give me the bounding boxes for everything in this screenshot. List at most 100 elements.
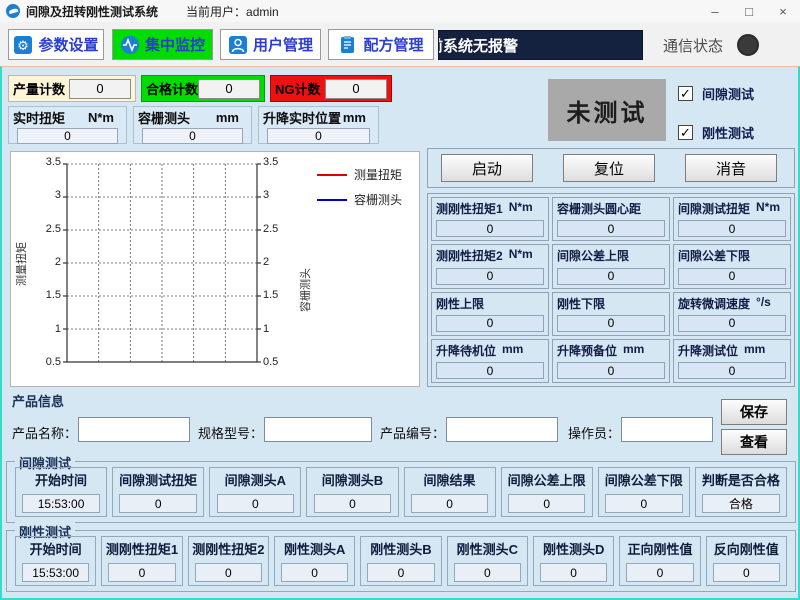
- ng-counter: NG计数 0: [270, 75, 392, 102]
- realtime-probe-panel: 容栅测头mm 0: [133, 106, 252, 144]
- production-counter-label: 产量计数: [13, 79, 65, 98]
- chart-left-axis-label: 测量扭矩: [13, 242, 29, 286]
- close-button[interactable]: ×: [766, 0, 800, 22]
- chart-right-axis-label: 容栅测头: [297, 268, 313, 312]
- alarm-banner: 前系统无报警: [438, 30, 643, 60]
- product-info-title: 产品信息: [12, 391, 64, 410]
- realtime-lift-unit: mm: [343, 110, 366, 125]
- gap-test-checkbox[interactable]: ✓: [678, 86, 693, 101]
- param-cell-lift-standby-pos: 升降待机位mm 0: [431, 339, 549, 383]
- gap-cell-probe-a: 间隙测头A0: [209, 467, 301, 517]
- chart-right-ticks: 3.53 2.52 1.51 0.5: [263, 156, 289, 368]
- current-user-label: 当前用户：admin: [186, 3, 279, 20]
- gap-test-section: 间隙测试 开始时间15:53:00 间隙测试扭矩0 间隙测头A0 间隙测头B0 …: [6, 461, 796, 523]
- gap-cell-start-time: 开始时间15:53:00: [15, 467, 107, 517]
- minimize-button[interactable]: –: [698, 0, 732, 22]
- user-management-label: 用户管理: [253, 34, 313, 55]
- realtime-probe-label: 容栅测头: [138, 108, 190, 127]
- rigidity-cell-start-time: 开始时间15:53:00: [15, 536, 96, 586]
- rigidity-test-checkbox[interactable]: ✓: [678, 125, 693, 140]
- realtime-torque-value: 0: [17, 128, 117, 144]
- param-cell-lift-ready-pos: 升降预备位mm 0: [552, 339, 670, 383]
- param-input[interactable]: 0: [436, 362, 544, 379]
- app-icon: [6, 4, 20, 18]
- param-cell-lift-test-pos: 升降测试位mm 0: [673, 339, 791, 383]
- main-area: 产量计数 0 合格计数 0 NG计数 0 实时扭矩N*m 0 容栅测头mm 0 …: [0, 66, 800, 600]
- param-input[interactable]: 0: [436, 220, 544, 237]
- param-settings-label: 参数设置: [38, 34, 98, 55]
- mute-button[interactable]: 消音: [685, 154, 777, 182]
- comm-status-indicator: [737, 34, 759, 56]
- rigidity-cell-torque2: 测刚性扭矩20: [188, 536, 269, 586]
- product-spec-label: 规格型号：: [198, 423, 263, 442]
- param-input[interactable]: 0: [678, 315, 786, 332]
- title-bar: 间隙及扭转刚性测试系统 当前用户：admin – □ ×: [0, 0, 800, 22]
- gap-cell-test-torque: 间隙测试扭矩0: [112, 467, 204, 517]
- comm-status-label: 通信状态: [663, 35, 723, 56]
- product-spec-input[interactable]: [264, 417, 372, 442]
- param-input[interactable]: 0: [678, 268, 786, 285]
- realtime-probe-value: 0: [142, 128, 242, 144]
- test-state-display: 未测试: [548, 79, 666, 141]
- legend-probe-label: 容栅测头: [354, 191, 402, 208]
- param-input[interactable]: 0: [678, 362, 786, 379]
- rigidity-cell-torque1: 测刚性扭矩10: [101, 536, 182, 586]
- gap-cell-probe-b: 间隙测头B0: [306, 467, 398, 517]
- trend-chart: 测量扭矩 3.53 2.52 1.51 0.5: [10, 151, 420, 387]
- recipe-management-label: 配方管理: [363, 34, 423, 55]
- product-name-input[interactable]: [78, 417, 190, 442]
- legend-torque-label: 测量扭矩: [354, 166, 402, 183]
- maximize-button[interactable]: □: [732, 0, 766, 22]
- rigidity-cell-forward-value: 正向刚性值0: [619, 536, 700, 586]
- rigidity-test-section: 刚性测试 开始时间15:53:00 测刚性扭矩10 测刚性扭矩20 刚性测头A0…: [6, 530, 796, 592]
- realtime-lift-panel: 升降实时位置mm 0: [258, 106, 379, 144]
- param-cell-rigidity-torque2: 测刚性扭矩2N*m 0: [431, 244, 549, 288]
- realtime-lift-label: 升降实时位置: [263, 108, 341, 127]
- param-input[interactable]: 0: [436, 315, 544, 332]
- param-cell-rigidity-upper-limit: 刚性上限 0: [431, 292, 549, 336]
- param-input[interactable]: 0: [678, 220, 786, 237]
- param-input[interactable]: 0: [557, 220, 665, 237]
- reset-button[interactable]: 复位: [563, 154, 655, 182]
- view-button[interactable]: 查看: [721, 429, 787, 455]
- chart-left-ticks: 3.53 2.52 1.51 0.5: [35, 156, 61, 368]
- chart-legend: 测量扭矩 容栅测头: [317, 166, 402, 208]
- param-input[interactable]: 0: [557, 315, 665, 332]
- param-cell-gap-test-torque: 间隙测试扭矩N*m 0: [673, 197, 791, 241]
- rigidity-cell-probe-a: 刚性测头A0: [274, 536, 355, 586]
- svg-text:⚙: ⚙: [18, 38, 30, 53]
- realtime-torque-panel: 实时扭矩N*m 0: [8, 106, 127, 144]
- param-settings-button[interactable]: ⚙ 参数设置: [8, 29, 104, 60]
- param-cell-gap-lower-limit: 间隙公差下限 0: [673, 244, 791, 288]
- user-icon: [228, 35, 248, 55]
- control-button-box: 启动 复位 消音: [427, 148, 795, 188]
- product-sn-input[interactable]: [446, 417, 558, 442]
- user-management-button[interactable]: 用户管理: [220, 29, 321, 60]
- save-button[interactable]: 保存: [721, 399, 787, 425]
- app-window: 间隙及扭转刚性测试系统 当前用户：admin – □ × ⚙ 参数设置 集中监控…: [0, 0, 800, 600]
- window-title: 间隙及扭转刚性测试系统: [26, 3, 158, 20]
- start-button[interactable]: 启动: [441, 154, 533, 182]
- pass-counter-label: 合格计数: [146, 79, 198, 98]
- param-input[interactable]: 0: [557, 268, 665, 285]
- param-input[interactable]: 0: [436, 268, 544, 285]
- toolbar: ⚙ 参数设置 集中监控 用户管理 配方管理 前系统无报警 通信状态: [0, 22, 800, 66]
- param-input[interactable]: 0: [557, 362, 665, 379]
- recipe-management-button[interactable]: 配方管理: [328, 29, 434, 60]
- legend-torque-line: [317, 174, 347, 176]
- realtime-lift-value: 0: [267, 128, 369, 144]
- chart-plot-grid: [63, 162, 261, 364]
- param-cell-rotate-jog-speed: 旋转微调速度°/s 0: [673, 292, 791, 336]
- operator-label: 操作员：: [568, 423, 620, 442]
- operator-input[interactable]: [621, 417, 713, 442]
- product-name-label: 产品名称：: [12, 423, 77, 442]
- gap-cell-upper-limit: 间隙公差上限0: [501, 467, 593, 517]
- legend-probe-line: [317, 199, 347, 201]
- gap-test-checkbox-label: 间隙测试: [702, 84, 754, 103]
- realtime-torque-label: 实时扭矩: [13, 108, 65, 127]
- rigidity-cell-probe-c: 刚性测头C0: [447, 536, 528, 586]
- parameter-grid: 测刚性扭矩1N*m 0 容栅测头圆心距 0 间隙测试扭矩N*m 0 测刚性扭矩2…: [427, 193, 795, 387]
- pass-counter: 合格计数 0: [141, 75, 265, 102]
- gap-cell-judgement: 判断是否合格合格: [695, 467, 787, 517]
- central-monitor-button[interactable]: 集中监控: [112, 29, 213, 60]
